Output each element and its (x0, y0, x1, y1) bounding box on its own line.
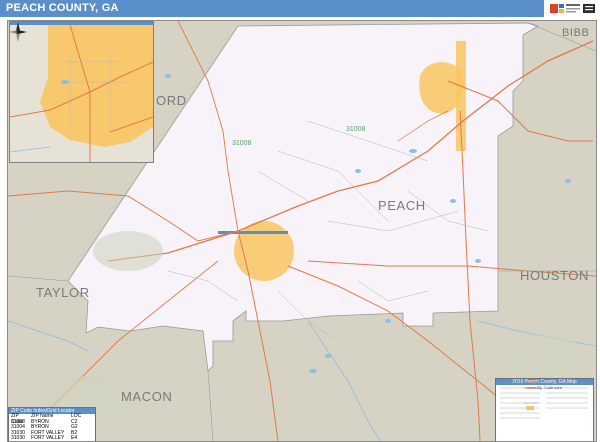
compass-rose-icon (9, 22, 27, 42)
label-macon: MACON (121, 389, 173, 404)
title-bar: PEACH COUNTY, GA (0, 0, 544, 17)
label-crawford: ORD (156, 93, 187, 108)
zip-label-31008-inset: 31008 (232, 140, 252, 147)
inset-map[interactable] (9, 21, 154, 163)
label-taylor: TAYLOR (36, 285, 90, 300)
map-title: PEACH COUNTY, GA (6, 2, 119, 14)
county-map[interactable]: ORD PEACH HOUSTON TAYLOR MACON BIBB 3100… (7, 20, 597, 442)
label-bibb: BIBB (562, 27, 590, 39)
map-legend: 2016 Peach County, GA Map www.Zip-Code.c… (495, 378, 594, 441)
market-maps-logo (548, 1, 598, 16)
table-row: 31030 FORT VALLEY E4 (11, 435, 78, 441)
legend-symbols (500, 382, 588, 419)
label-peach: PEACH (378, 198, 426, 213)
zip-label-31008: 31008 (346, 126, 366, 133)
zip-index-table: ZIP Code Index/Grid Locator ZIP Code ZIP… (8, 407, 96, 441)
inset-canvas (10, 24, 153, 162)
label-houston: HOUSTON (520, 268, 589, 283)
map-frame: PEACH COUNTY, GA ORD PEACH HOUSTON TAYLO… (0, 0, 600, 442)
